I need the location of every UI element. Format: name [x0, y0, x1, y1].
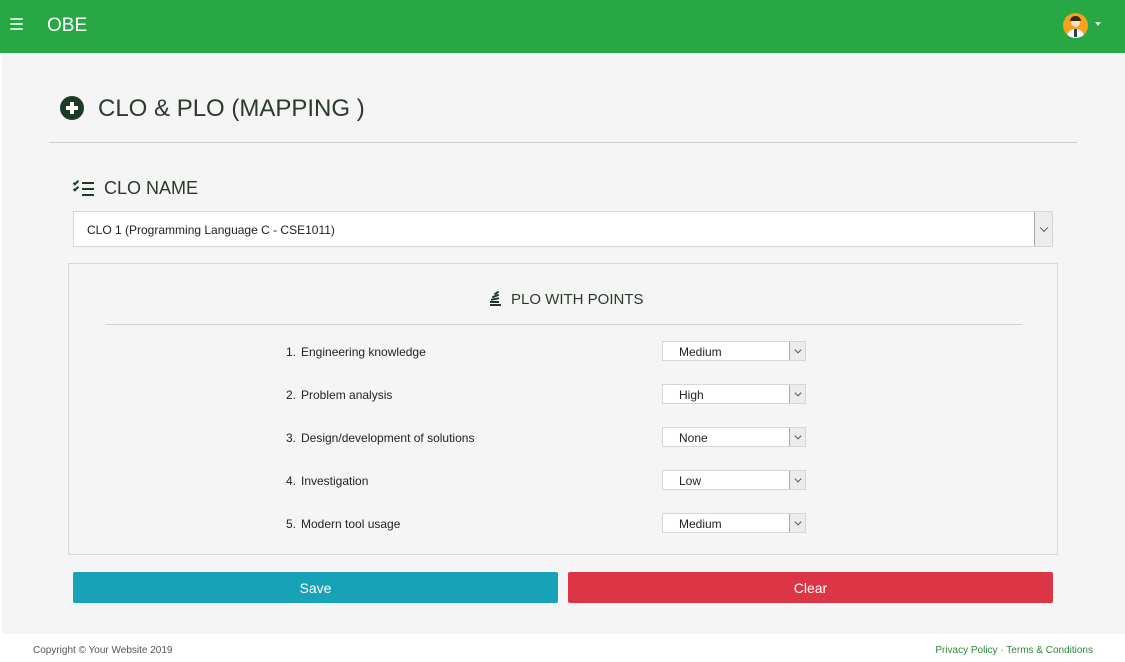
- plo-number: 4.: [286, 474, 297, 488]
- plo-name: Problem analysis: [301, 388, 393, 402]
- plo-name: Design/development of solutions: [301, 431, 475, 445]
- plo-level-value: Medium: [679, 517, 722, 531]
- plo-number: 2.: [286, 388, 297, 402]
- privacy-policy-link[interactable]: Privacy Policy: [935, 645, 997, 656]
- footer-separator: ·: [1000, 645, 1004, 656]
- chevron-down-icon: [793, 346, 802, 354]
- terms-link[interactable]: Terms & Conditions: [1006, 645, 1093, 656]
- chevron-down-icon: [1039, 223, 1048, 233]
- plo-select-arrow[interactable]: [789, 385, 805, 403]
- chevron-down-icon: [793, 432, 802, 440]
- plo-panel-title: PLO WITH POINTS: [511, 291, 644, 308]
- clo-select-arrow[interactable]: [1034, 212, 1052, 246]
- plo-level-value: None: [679, 431, 708, 445]
- hamburger-menu-icon[interactable]: [10, 18, 23, 30]
- page-title: CLO & PLO (MAPPING ): [98, 95, 365, 122]
- plo-level-select[interactable]: None: [662, 427, 806, 447]
- plo-name: Investigation: [301, 474, 369, 488]
- plo-row: 2. Problem analysis High: [286, 384, 808, 406]
- plo-select-arrow[interactable]: [789, 428, 805, 446]
- plo-level-select[interactable]: Medium: [662, 513, 806, 533]
- chevron-down-icon: [793, 475, 802, 483]
- plo-level-value: High: [679, 388, 704, 402]
- top-navbar: OBE: [0, 0, 1125, 53]
- user-menu[interactable]: [1063, 13, 1103, 39]
- plo-level-value: Medium: [679, 345, 722, 359]
- footer-links: Privacy Policy · Terms & Conditions: [935, 645, 1093, 656]
- plo-level-select[interactable]: Low: [662, 470, 806, 490]
- plo-select-arrow[interactable]: [789, 342, 805, 360]
- plo-row: 4. Investigation Low: [286, 470, 808, 492]
- plo-row: 3. Design/development of solutions None: [286, 427, 808, 449]
- plo-select-arrow[interactable]: [789, 514, 805, 532]
- plus-circle-icon: [60, 96, 84, 120]
- copyright-text: Copyright © Your Website 2019: [33, 645, 173, 656]
- chevron-down-icon: [793, 518, 802, 526]
- clo-select[interactable]: CLO 1 (Programming Language C - CSE1011): [73, 211, 1053, 247]
- plo-level-value: Low: [679, 474, 702, 488]
- user-avatar-icon[interactable]: [1063, 13, 1088, 38]
- stack-icon: [489, 290, 501, 306]
- plo-name: Engineering knowledge: [301, 345, 426, 359]
- clo-select-value: CLO 1 (Programming Language C - CSE1011): [87, 223, 335, 237]
- caret-down-icon[interactable]: [1095, 22, 1101, 26]
- plo-name: Modern tool usage: [301, 517, 401, 531]
- plo-level-select[interactable]: High: [662, 384, 806, 404]
- plo-level-select[interactable]: Medium: [662, 341, 806, 361]
- plo-number: 5.: [286, 517, 297, 531]
- title-divider: [49, 142, 1077, 143]
- plo-number: 1.: [286, 345, 297, 359]
- plo-divider: [106, 324, 1022, 325]
- list-check-icon: [72, 179, 94, 196]
- clo-name-label: CLO NAME: [104, 178, 199, 198]
- plo-number: 3.: [286, 431, 297, 445]
- chevron-down-icon: [793, 389, 802, 397]
- plo-select-arrow[interactable]: [789, 471, 805, 489]
- brand-title[interactable]: OBE: [47, 15, 87, 37]
- save-button[interactable]: Save: [73, 572, 558, 603]
- plo-row: 1. Engineering knowledge Medium: [286, 341, 808, 363]
- plo-row: 5. Modern tool usage Medium: [286, 513, 808, 535]
- footer: Copyright © Your Website 2019 Privacy Po…: [0, 634, 1125, 662]
- plo-panel: PLO WITH POINTS 1. Engineering knowledge…: [68, 263, 1058, 555]
- clear-button[interactable]: Clear: [568, 572, 1053, 603]
